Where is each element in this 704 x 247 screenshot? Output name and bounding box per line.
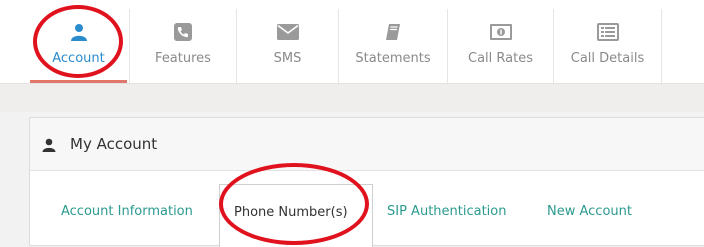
envelope-icon (237, 22, 338, 42)
nav-label: Statements (355, 51, 431, 66)
tab-label: Account Information (61, 204, 193, 219)
panel-header: My Account (30, 118, 704, 171)
my-account-panel: My Account Account Information Phone Num… (29, 117, 704, 247)
nav-label: Call Rates (468, 51, 533, 66)
tab-phone-numbers[interactable]: Phone Number(s) (219, 184, 373, 247)
nav-label: Account (52, 51, 105, 66)
tab-sip-authentication[interactable]: SIP Authentication (387, 184, 527, 247)
user-icon (42, 137, 56, 156)
nav-item-call-rates[interactable]: Call Rates (448, 9, 554, 83)
nav-label: Features (155, 51, 211, 66)
nav-item-features[interactable]: Features (130, 9, 237, 83)
nav-item-sms[interactable]: SMS (237, 9, 339, 83)
active-indicator (30, 80, 127, 83)
top-navigation: Account Features SMS Statements Call Rat… (0, 9, 704, 84)
money-icon (448, 22, 553, 42)
top-strip (0, 0, 704, 9)
tab-label: New Account (547, 204, 632, 219)
user-icon (28, 22, 129, 42)
nav-label: Call Details (570, 51, 645, 66)
book-icon (339, 22, 447, 42)
tab-new-account[interactable]: New Account (547, 184, 657, 247)
nav-item-call-details[interactable]: Call Details (554, 9, 662, 83)
nav-item-account[interactable]: Account (28, 9, 130, 83)
nav-label: SMS (273, 51, 302, 66)
tab-account-information[interactable]: Account Information (61, 184, 211, 247)
panel-title: My Account (70, 135, 158, 153)
content-background (0, 84, 704, 112)
phone-icon (130, 22, 236, 42)
list-icon (554, 22, 661, 42)
tab-label: SIP Authentication (387, 204, 507, 219)
nav-item-statements[interactable]: Statements (339, 9, 448, 83)
tab-label: Phone Number(s) (234, 205, 348, 220)
